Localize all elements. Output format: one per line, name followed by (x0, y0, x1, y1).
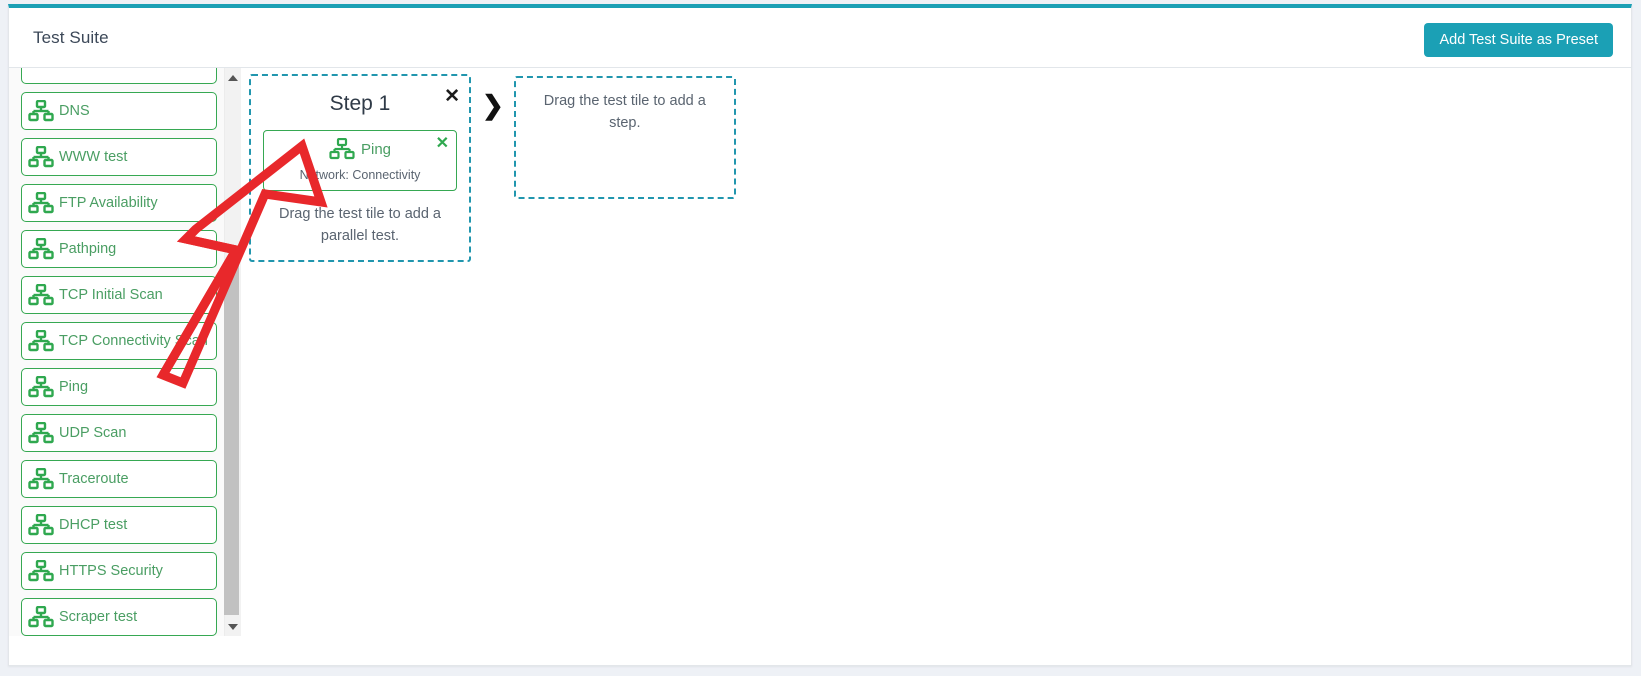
step-title: Step 1 (329, 92, 391, 115)
test-tile[interactable]: DHCP test (21, 506, 217, 544)
test-card-close-icon[interactable]: ✕ (436, 136, 449, 152)
test-card-category: Network: Connectivity (299, 168, 421, 182)
test-tile-partial[interactable] (21, 68, 217, 84)
caret-down-icon[interactable] (224, 618, 241, 635)
test-tile-label: Scraper test (59, 609, 138, 625)
test-tile-label: Traceroute (59, 471, 129, 487)
test-tile[interactable]: Ping (21, 368, 217, 406)
network-icon (28, 375, 54, 398)
test-tile-sidebar: DNS WWW test FTP Availability Pathping T… (9, 68, 233, 636)
test-tile-label: WWW test (59, 149, 128, 165)
test-tile[interactable]: FTP Availability (21, 184, 217, 222)
test-tile[interactable]: WWW test (21, 138, 217, 176)
test-card-ping[interactable]: ✕ Ping Network: Connectivity (263, 130, 457, 191)
add-test-suite-as-preset-button[interactable]: Add Test Suite as Preset (1424, 23, 1613, 57)
network-icon (28, 513, 54, 536)
test-tile-label: DNS (59, 103, 90, 119)
network-icon (329, 137, 355, 160)
network-icon (28, 99, 54, 122)
sidebar-scrollbar-thumb[interactable] (224, 263, 239, 615)
network-icon (28, 467, 54, 490)
network-icon (28, 605, 54, 628)
network-icon (28, 421, 54, 444)
test-suite-canvas: ✕ Step 1 ✕ Ping Network: Connectivity Dr… (241, 68, 1631, 665)
chevron-right-icon: ❯ (482, 90, 504, 120)
network-icon (28, 191, 54, 214)
test-card-header: Ping (270, 137, 450, 160)
test-tile-label: Pathping (59, 241, 117, 257)
test-tile-label: FTP Availability (59, 195, 158, 211)
test-tile[interactable]: TCP Initial Scan (21, 276, 217, 314)
test-card-name: Ping (360, 140, 392, 158)
network-icon (28, 283, 54, 306)
step-close-icon[interactable]: ✕ (444, 87, 460, 106)
test-tile[interactable]: UDP Scan (21, 414, 217, 452)
page-title: Test Suite (33, 28, 109, 47)
step-row: ✕ Step 1 ✕ Ping Network: Connectivity Dr… (249, 74, 736, 262)
test-tile[interactable]: DNS (21, 92, 217, 130)
test-tile[interactable]: Pathping (21, 230, 217, 268)
body-card: DNS WWW test FTP Availability Pathping T… (8, 68, 1632, 666)
test-tile-label: TCP Connectivity Scan (59, 333, 208, 349)
test-tile-label: TCP Initial Scan (59, 287, 163, 303)
add-step-drop-zone[interactable]: Drag the test tile to add a step. (513, 76, 736, 199)
step-1-container[interactable]: ✕ Step 1 ✕ Ping Network: Connectivity Dr… (249, 74, 471, 262)
test-tile[interactable]: Traceroute (21, 460, 217, 498)
test-tile-label: HTTPS Security (59, 563, 163, 579)
network-icon (28, 329, 54, 352)
test-tile-label: Ping (59, 379, 89, 395)
network-icon (28, 145, 54, 168)
test-tile[interactable]: TCP Connectivity Scan (21, 322, 217, 360)
test-tile-label: DHCP test (59, 517, 128, 533)
header-card: Test Suite Add Test Suite as Preset (8, 4, 1632, 68)
network-icon (28, 559, 54, 582)
parallel-test-drop-hint: Drag the test tile to add a parallel tes… (278, 206, 441, 245)
test-tile[interactable]: Scraper test (21, 598, 217, 636)
caret-up-icon[interactable] (224, 69, 241, 86)
test-tile[interactable]: HTTPS Security (21, 552, 217, 590)
network-icon (28, 237, 54, 260)
test-tile-list: DNS WWW test FTP Availability Pathping T… (13, 68, 217, 636)
app-screen: Test Suite Add Test Suite as Preset DNS … (0, 0, 1641, 676)
test-tile-label: UDP Scan (59, 425, 127, 441)
add-step-drop-hint: Drag the test tile to add a step. (543, 93, 706, 132)
